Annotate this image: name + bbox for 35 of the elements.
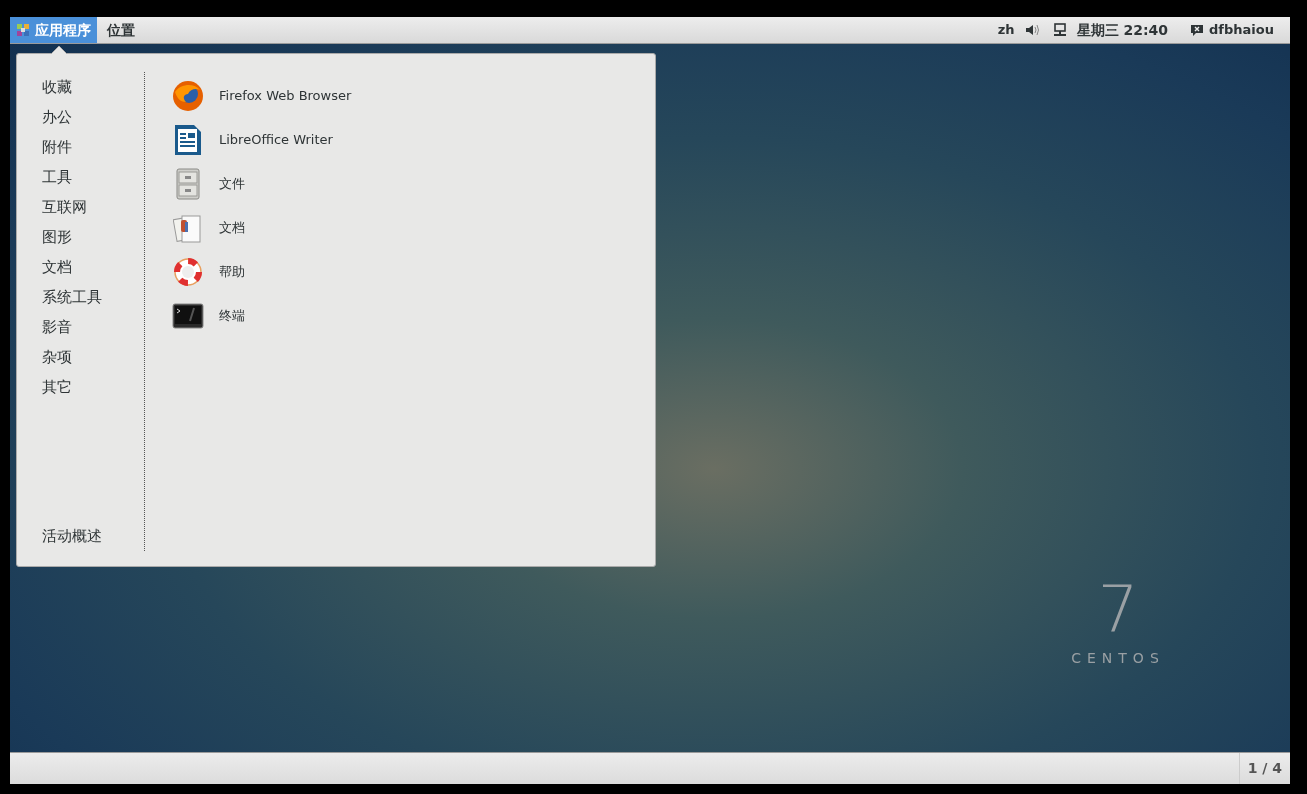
workspace-indicator[interactable]: 1 / 4: [1238, 753, 1290, 784]
category-item[interactable]: 图形: [42, 222, 144, 252]
app-launcher[interactable]: 文档: [219, 218, 245, 238]
category-item[interactable]: 其它: [42, 372, 144, 402]
category-item[interactable]: 系统工具: [42, 282, 144, 312]
user-menu[interactable]: dfbhaiou: [1209, 20, 1274, 40]
activities-overview-item[interactable]: 活动概述: [42, 521, 144, 551]
flower-logo-icon: [16, 23, 30, 37]
version-number: 7: [1097, 574, 1139, 644]
lifebuoy-icon: [173, 257, 203, 287]
terminal-icon: [172, 303, 204, 329]
category-item[interactable]: 收藏: [42, 72, 144, 102]
app-launcher[interactable]: Firefox Web Browser: [219, 86, 352, 106]
file-cabinet-icon: [176, 168, 200, 200]
category-item[interactable]: 办公: [42, 102, 144, 132]
app-launcher[interactable]: 终端: [219, 306, 245, 326]
app-launcher[interactable]: LibreOffice Writer: [219, 130, 333, 150]
speaker-icon[interactable]: [1024, 24, 1041, 36]
places-menu[interactable]: 位置: [97, 17, 145, 43]
app-launcher[interactable]: 帮助: [219, 262, 245, 282]
document-icon: [174, 124, 202, 156]
chat-bubble-icon: [1190, 23, 1205, 37]
category-item[interactable]: 影音: [42, 312, 144, 342]
app-launcher[interactable]: 文件: [219, 174, 245, 194]
papers-icon: [173, 212, 203, 244]
globe-fox-icon: [172, 80, 204, 112]
category-item[interactable]: 附件: [42, 132, 144, 162]
clock[interactable]: 星期三 22:40: [1076, 19, 1169, 41]
brand-wordmark: CENTOS: [1071, 649, 1165, 668]
category-item[interactable]: 互联网: [42, 192, 144, 222]
network-wired-icon[interactable]: [1052, 23, 1067, 37]
category-item[interactable]: 杂项: [42, 342, 144, 372]
input-method-indicator[interactable]: zh: [997, 20, 1015, 40]
category-item[interactable]: 文档: [42, 252, 144, 282]
category-item[interactable]: 工具: [42, 162, 144, 192]
